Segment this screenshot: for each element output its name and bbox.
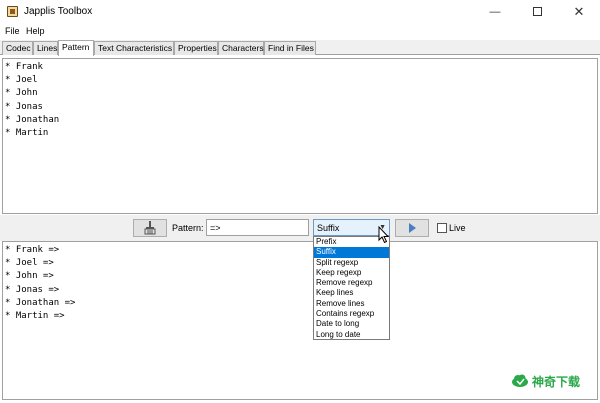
- output-text-area[interactable]: * Frank => * Joel => * John => * Jonas =…: [2, 241, 598, 400]
- broom-icon: [144, 221, 156, 235]
- close-button[interactable]: ✕: [558, 0, 600, 24]
- app-icon: [7, 6, 18, 17]
- tab-codec[interactable]: Codec: [2, 41, 33, 55]
- tab-text-characteristics[interactable]: Text Characteristics: [94, 41, 174, 55]
- input-text-area[interactable]: * Frank * Joel * John * Jonas * Jonathan…: [2, 58, 598, 214]
- tab-strip: Codec Lines Pattern Text Characteristics…: [0, 40, 600, 56]
- window-title: Japplis Toolbox: [24, 6, 93, 17]
- output-line: * Jonas =>: [5, 284, 60, 295]
- output-line: * John =>: [5, 271, 54, 282]
- tab-find-in-files[interactable]: Find in Files: [264, 41, 316, 55]
- tab-properties[interactable]: Properties: [174, 41, 218, 55]
- output-line: * Joel =>: [5, 258, 54, 269]
- minimize-button[interactable]: —: [474, 0, 516, 24]
- menu-bar: File Help: [0, 24, 600, 39]
- tab-pattern[interactable]: Pattern: [58, 40, 94, 56]
- live-checkbox[interactable]: [437, 223, 447, 233]
- mode-combo-value: Suffix: [317, 223, 340, 233]
- title-bar: Japplis Toolbox — ✕: [0, 0, 600, 24]
- mode-option-keep-regexp[interactable]: Keep regexp: [314, 268, 389, 278]
- clear-button[interactable]: [133, 219, 167, 237]
- menu-help[interactable]: Help: [26, 26, 45, 36]
- input-line: * Frank: [5, 62, 43, 72]
- tab-characters[interactable]: Characters: [218, 41, 264, 55]
- menu-file[interactable]: File: [5, 26, 20, 36]
- mode-dropdown-list[interactable]: Prefix Suffix Split regexp Keep regexp R…: [313, 236, 390, 340]
- tab-lines[interactable]: Lines: [33, 41, 58, 55]
- play-icon: [408, 223, 416, 233]
- mouse-cursor-icon: [378, 226, 390, 244]
- cloud-logo-icon: [512, 374, 528, 387]
- pattern-input[interactable]: [206, 219, 309, 236]
- maximize-icon: [532, 6, 542, 16]
- close-icon: ✕: [573, 4, 585, 19]
- watermark-text: 神奇下载: [532, 375, 581, 389]
- mode-option-split-regexp[interactable]: Split regexp: [314, 258, 389, 268]
- input-line: * John: [5, 88, 38, 99]
- input-line: * Jonathan: [5, 114, 60, 125]
- output-line: * Frank =>: [5, 245, 60, 255]
- output-line: * Jonathan =>: [5, 297, 76, 308]
- mode-option-contains-regexp[interactable]: Contains regexp: [314, 309, 389, 319]
- minimize-icon: —: [489, 6, 501, 18]
- input-line: * Martin: [5, 127, 49, 138]
- mode-option-remove-regexp[interactable]: Remove regexp: [314, 278, 389, 288]
- input-line: * Jonas: [5, 101, 43, 112]
- input-line: * Joel: [5, 75, 38, 86]
- mode-option-suffix[interactable]: Suffix: [314, 247, 389, 258]
- mode-option-date-to-long[interactable]: Date to long: [314, 319, 389, 329]
- mode-option-long-to-date[interactable]: Long to date: [314, 330, 389, 340]
- output-line: * Martin =>: [5, 310, 65, 321]
- pattern-label: Pattern:: [172, 223, 204, 233]
- maximize-button[interactable]: [516, 0, 558, 24]
- mode-option-remove-lines[interactable]: Remove lines: [314, 299, 389, 309]
- run-button[interactable]: [395, 219, 429, 237]
- mode-option-keep-lines[interactable]: Keep lines: [314, 288, 389, 298]
- live-label: Live: [449, 223, 466, 233]
